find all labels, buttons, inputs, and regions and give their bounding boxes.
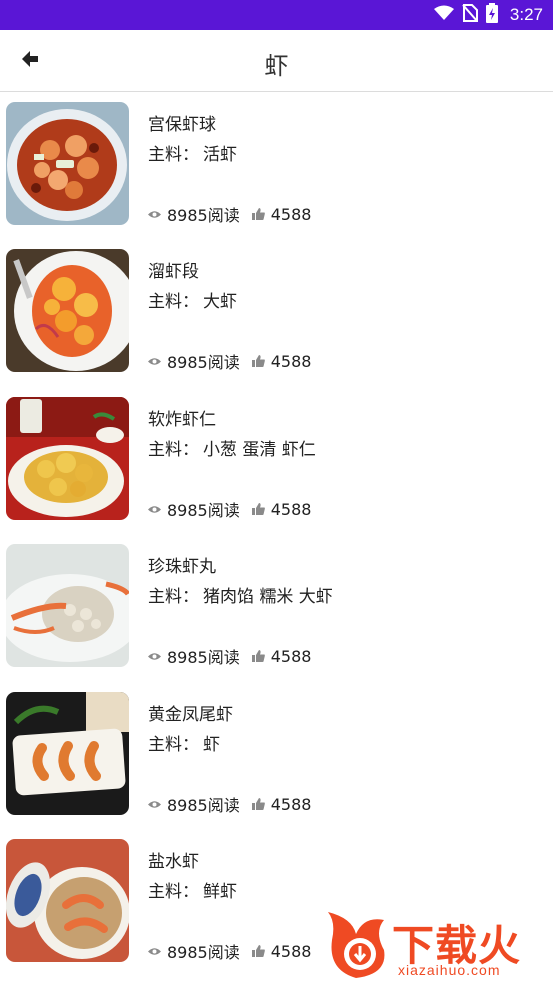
like-count[interactable]: 4588 (251, 647, 311, 666)
recipe-ingredients: 主料：虾 (148, 730, 220, 755)
recipe-stats: 8985阅读 4588 (148, 497, 311, 521)
ingredients-value: 虾 (203, 735, 220, 755)
app-header: 虾 (0, 30, 553, 92)
thumbs-up-icon (251, 650, 265, 662)
recipe-name: 宫保虾球 (148, 115, 216, 135)
recipe-ingredients: 主料： 大虾 (148, 287, 237, 312)
recipe-name: 软炸虾仁 (148, 410, 216, 430)
status-icons: 3:27 (433, 0, 543, 30)
read-count: 8985阅读 (148, 497, 240, 521)
ingredients-value: 小葱 蛋清 虾仁 (203, 440, 316, 460)
ingredients-value: 活虾 (203, 145, 237, 165)
recipe-stats: 8985阅读 4588 (148, 939, 311, 963)
thumbs-up-icon (251, 208, 265, 220)
recipe-thumbnail (6, 839, 129, 962)
recipe-thumbnail (6, 692, 129, 815)
eye-icon (148, 652, 161, 660)
eye-icon (148, 210, 161, 218)
ingredients-value: 鲜虾 (203, 882, 237, 902)
recipe-ingredients: 主料： 小葱 蛋清 虾仁 (148, 435, 316, 460)
recipe-name: 溜虾段 (148, 262, 199, 282)
eye-icon (148, 947, 161, 955)
ingredients-label: 主料： (148, 735, 199, 755)
status-time: 3:27 (509, 5, 543, 24)
recipe-stats: 8985阅读 4588 (148, 792, 311, 816)
like-count[interactable]: 4588 (251, 795, 311, 814)
recipe-thumbnail (6, 397, 129, 520)
battery-charging-icon (485, 3, 498, 27)
read-count: 8985阅读 (148, 349, 240, 373)
ingredients-label: 主料： (148, 440, 199, 460)
ingredients-label: 主料： (148, 145, 199, 165)
read-count: 8985阅读 (148, 644, 240, 668)
watermark-url: xiazaihuo.com (398, 962, 501, 978)
recipe-item[interactable]: 黄金凤尾虾 主料：虾 8985阅读 4588 (0, 682, 553, 829)
read-count: 8985阅读 (148, 202, 240, 226)
like-count[interactable]: 4588 (251, 352, 311, 371)
wifi-icon (433, 5, 454, 25)
recipe-stats: 8985阅读 4588 (148, 202, 311, 226)
status-bar: 3:27 (0, 0, 553, 30)
no-sim-icon (462, 4, 478, 26)
thumbs-up-icon (251, 798, 265, 810)
read-count: 8985阅读 (148, 792, 240, 816)
eye-icon (148, 800, 161, 808)
recipe-ingredients: 主料： 鲜虾 (148, 877, 237, 902)
thumbs-up-icon (251, 945, 265, 957)
ingredients-value: 猪肉馅 糯米 大虾 (203, 587, 333, 607)
recipe-item[interactable]: 软炸虾仁 主料： 小葱 蛋清 虾仁 8985阅读 4588 (0, 387, 553, 534)
thumbs-up-icon (251, 503, 265, 515)
ingredients-value: 大虾 (203, 292, 237, 312)
like-count[interactable]: 4588 (251, 500, 311, 519)
watermark: 下载火 xiazaihuo.com (326, 906, 550, 982)
thumbs-up-icon (251, 355, 265, 367)
recipe-stats: 8985阅读 4588 (148, 644, 311, 668)
recipe-thumbnail (6, 249, 129, 372)
recipe-name: 珍珠虾丸 (148, 557, 216, 577)
recipe-name: 黄金凤尾虾 (148, 705, 233, 725)
recipe-ingredients: 主料： 猪肉馅 糯米 大虾 (148, 582, 333, 607)
read-count: 8985阅读 (148, 939, 240, 963)
recipe-item[interactable]: 珍珠虾丸 主料： 猪肉馅 糯米 大虾 8985阅读 4588 (0, 534, 553, 681)
like-count[interactable]: 4588 (251, 942, 311, 961)
like-count[interactable]: 4588 (251, 205, 311, 224)
ingredients-label: 主料： (148, 587, 199, 607)
ingredients-label: 主料： (148, 882, 199, 902)
recipe-stats: 8985阅读 4588 (148, 349, 311, 373)
recipe-thumbnail (6, 544, 129, 667)
recipe-name: 盐水虾 (148, 852, 199, 872)
recipe-ingredients: 主料： 活虾 (148, 140, 237, 165)
recipe-item[interactable]: 溜虾段 主料： 大虾 8985阅读 4588 (0, 239, 553, 386)
recipe-thumbnail (6, 102, 129, 225)
ingredients-label: 主料： (148, 292, 199, 312)
recipe-item[interactable]: 宫保虾球 主料： 活虾 8985阅读 4588 (0, 92, 553, 239)
eye-icon (148, 505, 161, 513)
page-title: 虾 (264, 52, 289, 80)
eye-icon (148, 357, 161, 365)
